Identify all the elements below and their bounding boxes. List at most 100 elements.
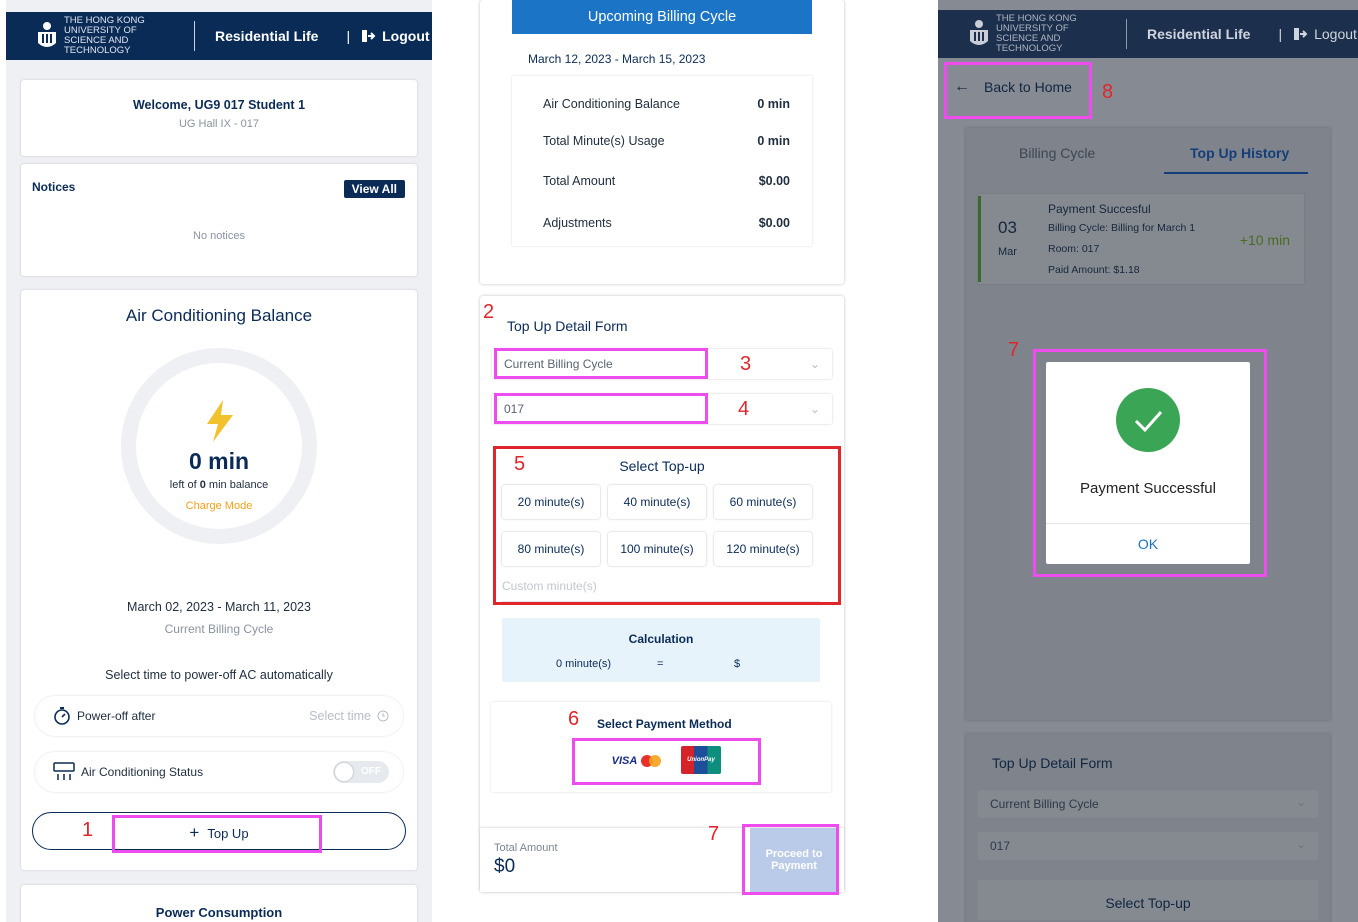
power-consumption-card: Power Consumption — [21, 885, 417, 922]
step-4-label: 4 — [738, 398, 750, 420]
select-topup-title: Select Top-up — [978, 880, 1318, 920]
cycle-dates: March 02, 2023 - March 11, 2023 — [127, 600, 311, 614]
ac-status-label: Air Conditioning Status — [81, 765, 204, 779]
app-title: Residential Life — [1147, 26, 1251, 42]
cycle-label: Current Billing Cycle — [164, 622, 274, 636]
step-7-label: 7 — [708, 823, 720, 845]
balance-ring — [121, 348, 317, 544]
annotation-box-6 — [572, 738, 761, 785]
stopwatch-icon — [54, 707, 70, 725]
history-delta: +10 min — [1239, 232, 1290, 248]
upcoming-dates: March 12, 2023 - March 15, 2023 — [528, 52, 706, 66]
payment-title: Select Payment Method — [597, 717, 732, 731]
step-7-label: 7 — [1008, 339, 1020, 361]
annotation-box-7 — [1033, 349, 1267, 577]
ac-toggle[interactable]: OFF — [333, 761, 389, 783]
header-bar: THE HONG KONG UNIVERSITY OF SCIENCE AND … — [938, 10, 1358, 58]
step-5-label: 5 — [514, 453, 526, 475]
logout-button[interactable]: Logout — [1294, 26, 1357, 42]
step-1-label: 1 — [82, 819, 94, 841]
notices-title: Notices — [32, 180, 76, 194]
chevron-down-icon: ⌄ — [809, 357, 820, 371]
summary-value: 0 min — [757, 97, 790, 111]
hkust-logo: THE HONG KONG UNIVERSITY OF SCIENCE AND … — [6, 16, 176, 56]
calc-minutes: 0 minute(s) — [556, 658, 612, 670]
summary-label: Adjustments — [543, 216, 612, 230]
history-room: Room: 017 — [1048, 243, 1100, 255]
chevron-down-icon: ⌄ — [1295, 837, 1306, 851]
hkust-logo: THE HONG KONG UNIVERSITY OF SCIENCE AND … — [938, 14, 1108, 54]
logout-icon — [1294, 28, 1308, 40]
summary-value: $0.00 — [758, 216, 790, 230]
annotation-box-3 — [494, 348, 708, 379]
welcome-card: Welcome, UG9 017 Student 1 UG Hall IX - … — [21, 80, 417, 156]
ac-status-row: Air Conditioning Status OFF — [35, 752, 403, 792]
calculation-box: Calculation 0 minute(s) = $ — [502, 618, 820, 682]
annotation-box-1 — [112, 815, 322, 853]
topup-screen: Upcoming Billing Cycle March 12, 2023 - … — [454, 0, 874, 922]
logout-icon — [362, 30, 376, 42]
topup-form-card: Top Up Detail Form Current Billing Cycle… — [966, 734, 1330, 922]
summary-label: Total Minute(s) Usage — [543, 134, 665, 148]
annotation-box-7 — [742, 824, 839, 895]
annotation-box-5 — [493, 446, 841, 605]
history-paid: Paid Amount: $1.18 — [1048, 264, 1140, 276]
chevron-down-icon: ⌄ — [1295, 795, 1306, 809]
step-3-label: 3 — [740, 353, 752, 375]
logo-text: THE HONG KONG UNIVERSITY OF SCIENCE AND … — [64, 15, 145, 56]
logo-text: THE HONG KONG UNIVERSITY OF SCIENCE AND … — [996, 13, 1077, 54]
payment-success-screen: THE HONG KONG UNIVERSITY OF SCIENCE AND … — [938, 0, 1358, 922]
balance-subtext: left of 0 min balance — [169, 479, 269, 491]
power-consumption-title: Power Consumption — [155, 905, 283, 920]
hall-text: UG Hall IX - 017 — [178, 118, 260, 130]
total-label: Total Amount — [494, 842, 558, 854]
air-conditioner-icon — [53, 762, 75, 780]
select-time[interactable]: Select time — [309, 709, 371, 723]
history-month: Mar — [998, 246, 1017, 258]
upcoming-cycle-card: Upcoming Billing Cycle March 12, 2023 - … — [480, 0, 844, 284]
history-item: 03 Mar Payment Succesful Billing Cycle: … — [978, 194, 1304, 284]
poweroff-row[interactable]: Power-off after Select time — [35, 696, 403, 736]
form-title: Top Up Detail Form — [507, 318, 628, 334]
active-tab-indicator — [1164, 172, 1308, 174]
step-2-label: 2 — [483, 301, 495, 323]
tab-topup-history[interactable]: Top Up History — [1190, 145, 1289, 161]
summary-value: 0 min — [757, 134, 790, 148]
total-value: $0 — [494, 856, 516, 877]
lightning-icon — [207, 400, 233, 442]
header-bar: THE HONG KONG UNIVERSITY OF SCIENCE AND … — [6, 12, 432, 60]
history-cycle: Billing Cycle: Billing for March 1 — [1048, 222, 1196, 234]
app-title: Residential Life — [215, 28, 319, 44]
history-status: Payment Succesful — [1048, 202, 1151, 216]
balance-value: 0 min — [188, 448, 250, 474]
ac-balance-title: Air Conditioning Balance — [125, 306, 313, 325]
step-6-label: 6 — [568, 708, 580, 730]
form-title: Top Up Detail Form — [992, 755, 1113, 771]
crest-icon — [970, 20, 988, 45]
room-select[interactable]: 017 ⌄ — [978, 832, 1318, 860]
view-all-button[interactable]: View All — [343, 180, 405, 198]
billing-cycle-select[interactable]: Current Billing Cycle ⌄ — [978, 790, 1318, 818]
summary-label: Air Conditioning Balance — [543, 97, 680, 111]
poweroff-prompt: Select time to power-off AC automaticall… — [105, 668, 333, 682]
annotation-box-8 — [944, 62, 1092, 119]
crest-icon — [38, 22, 56, 47]
welcome-text: Welcome, UG9 017 Student 1 — [132, 98, 306, 112]
calc-title: Calculation — [628, 632, 694, 646]
summary-box: Air Conditioning Balance 0 min Total Min… — [512, 76, 812, 246]
chevron-down-icon: ⌄ — [809, 402, 820, 416]
logout-button[interactable]: Logout — [362, 28, 430, 44]
no-notices-text: No notices — [193, 230, 245, 242]
poweroff-label: Power-off after — [77, 709, 156, 723]
history-day: 03 — [998, 218, 1017, 237]
calc-equals: = — [657, 658, 664, 670]
home-screen: THE HONG KONG UNIVERSITY OF SCIENCE AND … — [6, 0, 432, 922]
notices-card: Notices View All No notices — [21, 164, 417, 276]
charge-mode-label: Charge Mode — [185, 500, 253, 512]
summary-label: Total Amount — [543, 174, 616, 188]
tab-billing-cycle[interactable]: Billing Cycle — [1019, 145, 1095, 161]
annotation-box-4 — [494, 393, 708, 424]
calc-amount: $ — [734, 658, 741, 670]
clock-icon — [377, 710, 389, 722]
upcoming-title: Upcoming Billing Cycle — [512, 0, 812, 34]
